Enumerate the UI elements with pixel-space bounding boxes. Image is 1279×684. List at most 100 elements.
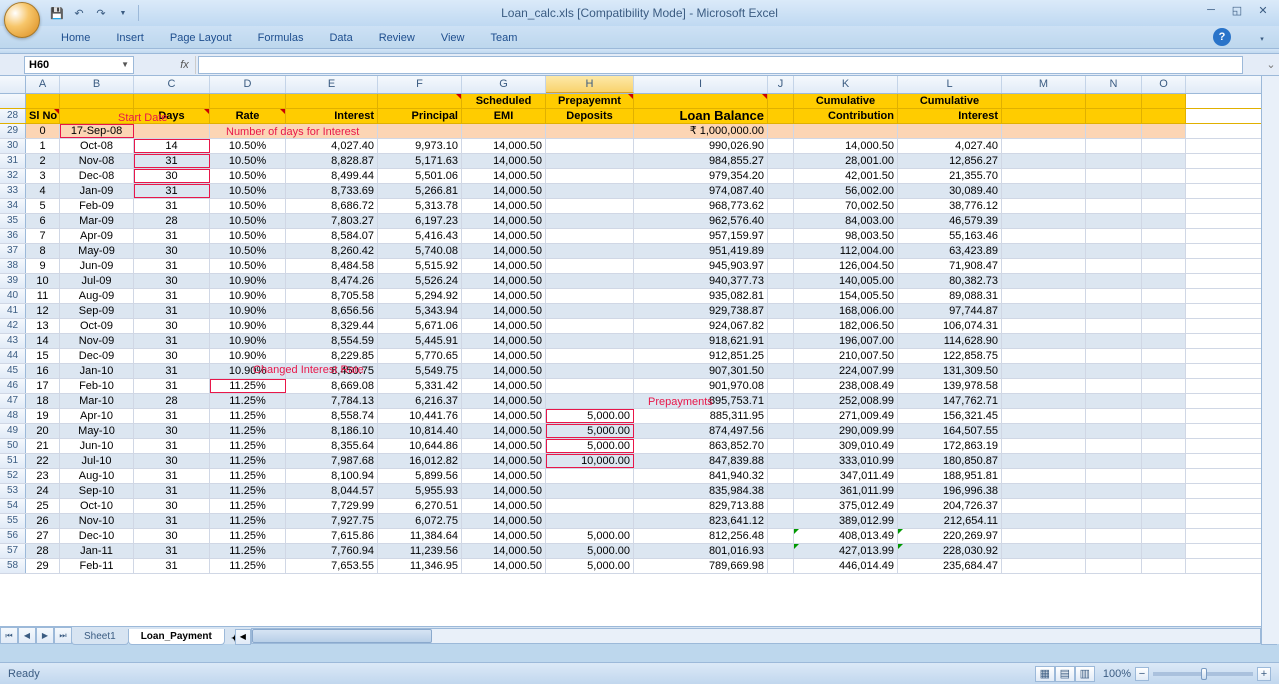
cell[interactable]: 801,016.93 <box>634 544 768 558</box>
cell[interactable]: 5,501.06 <box>378 169 462 183</box>
cell[interactable]: 6 <box>26 214 60 228</box>
cell[interactable] <box>546 274 634 288</box>
cell[interactable]: 14,000.50 <box>462 454 546 468</box>
cell[interactable] <box>1002 109 1086 123</box>
cell[interactable]: 4,027.40 <box>898 139 1002 153</box>
cell[interactable] <box>768 514 794 528</box>
cell[interactable]: 7 <box>26 229 60 243</box>
cell[interactable]: 147,762.71 <box>898 394 1002 408</box>
cell[interactable] <box>462 124 546 138</box>
cell[interactable]: 25 <box>26 499 60 513</box>
row-header[interactable]: 37 <box>0 244 26 258</box>
cell[interactable] <box>1142 499 1186 513</box>
cell[interactable] <box>1142 334 1186 348</box>
row-header[interactable]: 36 <box>0 229 26 243</box>
cell[interactable] <box>1142 274 1186 288</box>
cell[interactable]: 31 <box>134 289 210 303</box>
cell[interactable]: Cumulative <box>794 94 898 108</box>
cell[interactable]: 5,549.75 <box>378 364 462 378</box>
cell[interactable]: Aug-09 <box>60 289 134 303</box>
zoom-slider[interactable] <box>1153 672 1253 676</box>
cell[interactable]: 10.50% <box>210 259 286 273</box>
cell[interactable]: 9,973.10 <box>378 139 462 153</box>
cell[interactable] <box>1086 244 1142 258</box>
cell[interactable]: 874,497.56 <box>634 424 768 438</box>
cell[interactable]: 55,163.46 <box>898 229 1002 243</box>
row-header[interactable]: 32 <box>0 169 26 183</box>
cell[interactable]: 5,000.00 <box>546 439 634 453</box>
cell[interactable]: 271,009.49 <box>794 409 898 423</box>
cell[interactable] <box>1086 124 1142 138</box>
vertical-scrollbar[interactable] <box>1261 76 1279 644</box>
cell[interactable] <box>1002 424 1086 438</box>
cell[interactable]: 156,321.45 <box>898 409 1002 423</box>
cell[interactable]: 309,010.49 <box>794 439 898 453</box>
row-header[interactable]: 55 <box>0 514 26 528</box>
cell[interactable]: 31 <box>134 304 210 318</box>
cell[interactable] <box>1142 289 1186 303</box>
col-header-H[interactable]: H <box>546 76 634 93</box>
cell[interactable]: 7,729.99 <box>286 499 378 513</box>
cell[interactable] <box>1086 529 1142 543</box>
cell[interactable]: 14,000.50 <box>462 469 546 483</box>
cell[interactable]: 14,000.50 <box>462 319 546 333</box>
cell[interactable]: Jan-10 <box>60 364 134 378</box>
cell[interactable]: 11 <box>26 289 60 303</box>
cell[interactable]: 12,856.27 <box>898 154 1002 168</box>
cell[interactable]: 8,450.75 <box>286 364 378 378</box>
cell[interactable]: 957,159.97 <box>634 229 768 243</box>
col-header-K[interactable]: K <box>794 76 898 93</box>
cell[interactable]: 31 <box>134 484 210 498</box>
cell[interactable] <box>1142 364 1186 378</box>
cell[interactable] <box>1142 94 1186 108</box>
row-header[interactable]: 57 <box>0 544 26 558</box>
cell[interactable] <box>546 364 634 378</box>
cell[interactable]: 5,000.00 <box>546 424 634 438</box>
cell[interactable]: 14,000.50 <box>462 244 546 258</box>
cell[interactable]: 30 <box>134 319 210 333</box>
cell[interactable]: Feb-10 <box>60 379 134 393</box>
cell[interactable]: 4 <box>26 184 60 198</box>
cell[interactable] <box>768 409 794 423</box>
cell[interactable]: 31 <box>134 229 210 243</box>
cell[interactable] <box>768 229 794 243</box>
cell[interactable]: 14,000.50 <box>462 559 546 573</box>
cell[interactable]: 8,474.26 <box>286 274 378 288</box>
cell[interactable]: 6,270.51 <box>378 499 462 513</box>
help-icon[interactable]: ? <box>1213 28 1231 46</box>
cell[interactable]: 10.90% <box>210 349 286 363</box>
cell[interactable] <box>546 124 634 138</box>
cell[interactable]: 16 <box>26 364 60 378</box>
cell[interactable] <box>1002 274 1086 288</box>
zoom-in-icon[interactable]: + <box>1257 667 1271 681</box>
cell[interactable]: Nov-10 <box>60 514 134 528</box>
cell[interactable] <box>1086 304 1142 318</box>
cell[interactable]: 21 <box>26 439 60 453</box>
row-header[interactable]: 53 <box>0 484 26 498</box>
cell[interactable]: 9 <box>26 259 60 273</box>
cell[interactable] <box>546 499 634 513</box>
cell[interactable] <box>546 319 634 333</box>
row-header[interactable]: 43 <box>0 334 26 348</box>
cell[interactable] <box>1142 484 1186 498</box>
cell[interactable]: 14,000.50 <box>462 439 546 453</box>
row-header[interactable]: 31 <box>0 154 26 168</box>
cell[interactable] <box>1142 154 1186 168</box>
cell[interactable] <box>1142 304 1186 318</box>
cell[interactable]: 14,000.50 <box>462 169 546 183</box>
cell[interactable]: 940,377.73 <box>634 274 768 288</box>
cell[interactable]: 31 <box>134 364 210 378</box>
cell[interactable] <box>1002 229 1086 243</box>
cell[interactable] <box>768 469 794 483</box>
cell[interactable] <box>1086 454 1142 468</box>
close-button[interactable]: ✕ <box>1253 2 1273 18</box>
cell[interactable]: 11,239.56 <box>378 544 462 558</box>
cell[interactable]: 14,000.50 <box>462 409 546 423</box>
cell[interactable]: 8,669.08 <box>286 379 378 393</box>
cell[interactable]: 17 <box>26 379 60 393</box>
cell[interactable]: Jul-09 <box>60 274 134 288</box>
cell[interactable]: 8,260.42 <box>286 244 378 258</box>
cell[interactable]: 841,940.32 <box>634 469 768 483</box>
cell[interactable]: 21,355.70 <box>898 169 1002 183</box>
cell[interactable] <box>1142 124 1186 138</box>
